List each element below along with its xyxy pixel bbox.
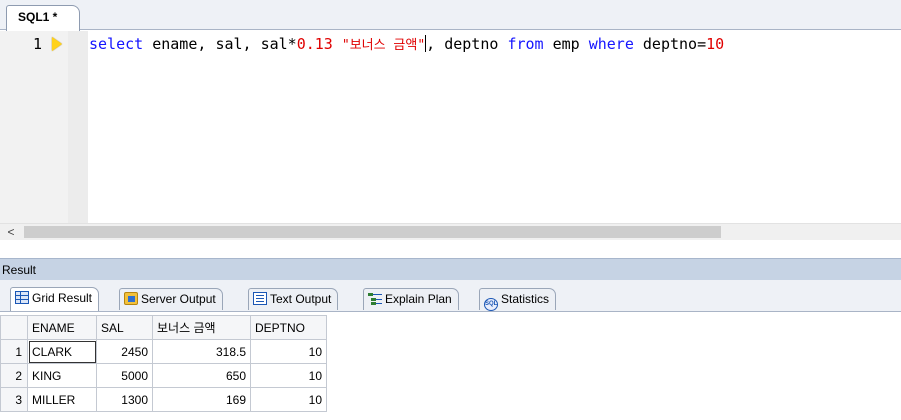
row-number[interactable]: 3 — [0, 387, 28, 412]
sql-identifier: , deptno — [426, 35, 508, 53]
server-output-icon — [124, 292, 138, 305]
statistics-icon: SQL — [484, 298, 498, 311]
column-header-deptno[interactable]: DEPTNO — [250, 315, 327, 340]
tab-grid-result[interactable]: Grid Result — [10, 287, 100, 311]
tab-server-output[interactable]: Server Output — [119, 288, 223, 310]
cell-ename[interactable]: CLARK — [27, 339, 97, 364]
sql-identifier: deptno= — [633, 35, 707, 53]
editor-margin — [68, 31, 88, 223]
cell-sal[interactable]: 2450 — [96, 339, 153, 364]
line-number-gutter: 1 — [0, 31, 68, 223]
tab-text-output[interactable]: Text Output — [248, 288, 339, 310]
cell-deptno[interactable]: 10 — [250, 363, 327, 388]
sql-keyword: select — [89, 35, 144, 53]
tab-label: Text Output — [270, 292, 332, 306]
editor-horizontal-scrollbar[interactable]: < — [0, 223, 901, 240]
sql-identifier — [143, 35, 152, 53]
sql-identifier: , — [242, 35, 261, 53]
sql-number: 0.13 — [296, 35, 333, 53]
table-row[interactable]: 2 KING 5000 650 10 — [0, 363, 327, 388]
sql-identifier: emp — [543, 35, 589, 53]
result-grid: ENAME SAL 보너스 금액 DEPTNO 1 CLARK 2450 318… — [0, 315, 327, 412]
grid-corner[interactable] — [0, 315, 28, 340]
sql-identifier — [333, 35, 342, 53]
table-row[interactable]: 1 CLARK 2450 318.5 10 — [0, 339, 327, 364]
grid-header-row: ENAME SAL 보너스 금액 DEPTNO — [0, 315, 327, 340]
cell-deptno[interactable]: 10 — [250, 339, 327, 364]
tab-label: Grid Result — [32, 291, 93, 305]
row-number[interactable]: 2 — [0, 363, 28, 388]
cell-ename[interactable]: KING — [27, 363, 97, 388]
result-panel-title: Result — [0, 258, 901, 280]
sql-identifier: ename — [152, 35, 198, 53]
scrollbar-thumb[interactable] — [24, 226, 721, 238]
explain-plan-icon — [368, 292, 382, 305]
cell-bonus[interactable]: 169 — [152, 387, 251, 412]
editor-tab-strip: SQL1 * — [0, 0, 901, 31]
column-header-sal[interactable]: SAL — [96, 315, 153, 340]
sql-alias-string: "보너스 금액" — [341, 38, 426, 53]
tab-sql1[interactable]: SQL1 * — [6, 5, 80, 31]
sql-number: 10 — [706, 35, 725, 53]
cell-ename[interactable]: MILLER — [27, 387, 97, 412]
sql-identifier: sal* — [260, 35, 297, 53]
cell-bonus[interactable]: 318.5 — [152, 339, 251, 364]
row-number[interactable]: 1 — [0, 339, 28, 364]
tab-statistics[interactable]: SQL Statistics — [479, 288, 557, 311]
line-number: 1 — [32, 35, 42, 53]
column-header-bonus[interactable]: 보너스 금액 — [152, 315, 251, 340]
column-header-ename[interactable]: ENAME — [27, 315, 97, 340]
current-line-arrow-icon — [52, 37, 62, 51]
sql-identifier: , — [197, 35, 216, 53]
sql-identifier: sal — [215, 35, 243, 53]
grid-icon — [15, 291, 29, 304]
text-output-icon — [253, 292, 267, 305]
sql-editor[interactable]: 1 select ename, sal, sal*0.13 "보너스 금액", … — [0, 31, 901, 223]
result-tab-strip: Grid Result Server Output Text Output Ex… — [0, 280, 901, 312]
tab-explain-plan[interactable]: Explain Plan — [363, 288, 459, 310]
cell-sal[interactable]: 5000 — [96, 363, 153, 388]
code-line-1[interactable]: select ename, sal, sal*0.13 "보너스 금액", de… — [89, 35, 897, 55]
tab-label: Server Output — [141, 292, 216, 306]
cell-sal[interactable]: 1300 — [96, 387, 153, 412]
tab-label: Statistics — [501, 292, 550, 306]
sql-keyword: from — [507, 35, 544, 53]
table-row[interactable]: 3 MILLER 1300 169 10 — [0, 387, 327, 412]
scroll-left-arrow-icon[interactable]: < — [4, 224, 18, 240]
cell-bonus[interactable]: 650 — [152, 363, 251, 388]
sql-keyword: where — [588, 35, 634, 53]
tab-label: Explain Plan — [385, 292, 452, 306]
cell-deptno[interactable]: 10 — [250, 387, 327, 412]
grid-result-area: ENAME SAL 보너스 금액 DEPTNO 1 CLARK 2450 318… — [0, 313, 901, 420]
